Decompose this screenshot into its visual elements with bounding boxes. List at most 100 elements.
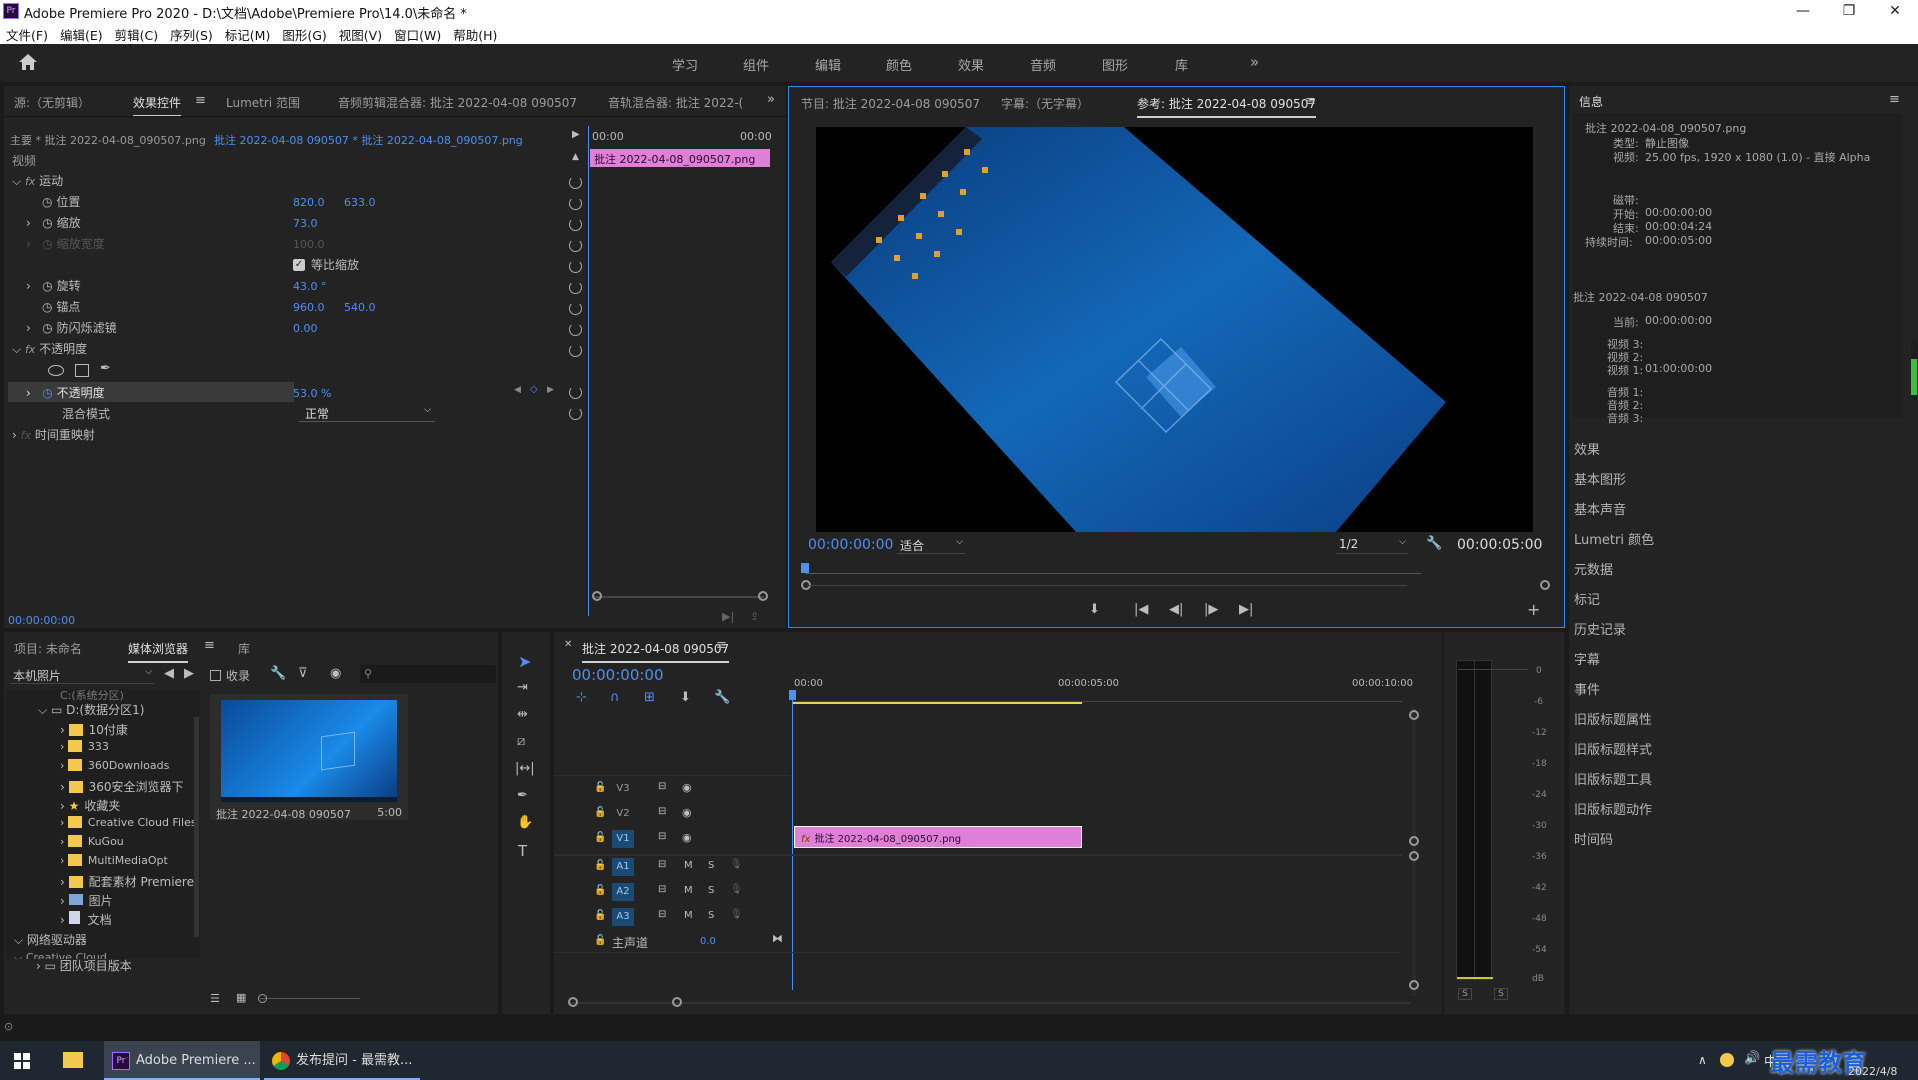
timeline-video-clip[interactable]: fx 批注 2022-04-08_090507.png xyxy=(794,826,1082,848)
linked-selection-icon[interactable]: ⊞ xyxy=(644,690,655,705)
close-tab-icon[interactable]: ✕ xyxy=(564,639,572,650)
resolution-select[interactable]: 1/2 ⌵ xyxy=(1336,536,1408,554)
collapse-chevron-icon[interactable]: ⌵ xyxy=(12,342,21,356)
go-to-out-icon[interactable]: ▶| xyxy=(1239,602,1253,617)
opacity-value[interactable]: 53.0 % xyxy=(293,387,331,400)
tree-folder[interactable]: › 10付康 xyxy=(60,721,128,738)
tree-team-projects[interactable]: › ▭ 团队项目版本 xyxy=(36,957,132,974)
hand-tool-icon[interactable]: ✋ xyxy=(517,815,533,830)
reset-icon[interactable] xyxy=(569,302,582,315)
tab-reference[interactable]: 参考: 批注 2022-04-08 090507 xyxy=(1137,95,1317,118)
tab-project[interactable]: 项目: 未命名 xyxy=(14,640,82,657)
monitor-playhead[interactable] xyxy=(801,563,809,573)
position-y-value[interactable]: 633.0 xyxy=(344,196,376,209)
zoom-scrollbar[interactable] xyxy=(594,596,764,598)
track-select-tool-icon[interactable]: ⇥ xyxy=(517,680,528,695)
position-x-value[interactable]: 820.0 xyxy=(293,196,325,209)
monitor-scroll-right[interactable] xyxy=(1540,580,1550,590)
workspace-graphics[interactable]: 图形 xyxy=(1102,55,1128,74)
add-marker-icon[interactable]: ⬇ xyxy=(680,690,691,705)
track-a1-label[interactable]: A1 xyxy=(612,858,634,876)
tab-lumetri-scopes[interactable]: Lumetri 范围 xyxy=(226,94,300,111)
tree-folder[interactable]: › Creative Cloud Files xyxy=(60,816,197,829)
vscroll-handle-mid[interactable] xyxy=(1409,836,1419,846)
solo-right-button[interactable]: S xyxy=(1494,988,1508,1000)
reset-icon[interactable] xyxy=(569,407,582,420)
play-only-icon[interactable]: ▶ xyxy=(572,129,580,140)
filter-icon[interactable]: ⊽ xyxy=(298,666,308,681)
media-thumbnail-card[interactable]: 批注 2022-04-08 090507 5:00 xyxy=(210,694,408,821)
taskbar-premiere[interactable]: Pr Adobe Premiere ... xyxy=(104,1041,260,1080)
tray-chevron-icon[interactable]: ∧ xyxy=(1698,1053,1707,1067)
sequence-clip-label[interactable]: 批注 2022-04-08 090507 * 批注 2022-04-08_090… xyxy=(214,132,523,148)
work-area-bar[interactable] xyxy=(792,702,1082,704)
solo-icon[interactable]: S xyxy=(708,910,714,921)
solo-left-button[interactable]: S xyxy=(1458,988,1472,1000)
razor-tool-icon[interactable]: ⧄ xyxy=(517,734,525,749)
thumbnail-size-handle[interactable] xyxy=(258,994,267,1003)
wrench-icon[interactable]: 🔧 xyxy=(1426,536,1442,551)
lock-icon[interactable]: 🔓 xyxy=(594,860,606,871)
motion-row[interactable]: ⌵ fx 运动 xyxy=(12,172,63,193)
snap-icon[interactable]: ∩ xyxy=(610,690,620,705)
panel-lumetri-color[interactable]: Lumetri 颜色 xyxy=(1574,529,1654,548)
eye-icon[interactable]: ◉ xyxy=(682,831,692,844)
expand-chevron-icon[interactable]: › xyxy=(26,321,31,335)
panel-timecode[interactable]: 时间码 xyxy=(1574,829,1613,848)
master-link-icon[interactable]: ⧓ xyxy=(772,932,783,945)
expand-chevron-icon[interactable]: › xyxy=(26,216,31,230)
home-icon[interactable] xyxy=(18,53,38,71)
collapse-chevron-icon[interactable]: ⌵ xyxy=(12,174,21,188)
location-select[interactable]: 本机照片 ⌵ xyxy=(10,666,154,684)
workspace-assembly[interactable]: 组件 xyxy=(743,55,769,74)
back-arrow-icon[interactable]: ◀ xyxy=(164,666,174,681)
tab-sequence[interactable]: 批注 2022-04-08 090507 xyxy=(582,640,730,663)
lock-icon[interactable]: 🔓 xyxy=(594,910,606,921)
workspace-effects[interactable]: 效果 xyxy=(958,55,984,74)
track-a3-label[interactable]: A3 xyxy=(612,908,634,926)
volume-icon[interactable]: 🔊 xyxy=(1744,1051,1760,1066)
type-tool-icon[interactable]: T xyxy=(518,842,527,860)
tab-audio-track-mixer[interactable]: 音轨混合器: 批注 2022-( xyxy=(608,94,746,111)
reset-icon[interactable] xyxy=(569,218,582,231)
workspace-libraries[interactable]: 库 xyxy=(1175,55,1188,74)
filter-icon[interactable]: ▶| xyxy=(722,610,734,623)
mute-icon[interactable]: M xyxy=(684,910,693,921)
tab-source[interactable]: 源:（无剪辑） xyxy=(14,94,90,111)
expand-chevron-icon[interactable]: › xyxy=(12,428,17,442)
panel-legacy-title-properties[interactable]: 旧版标题属性 xyxy=(1574,709,1652,728)
panel-legacy-title-actions[interactable]: 旧版标题动作 xyxy=(1574,799,1652,818)
panel-menu-icon[interactable]: ≡ xyxy=(716,638,727,653)
pen-mask-icon[interactable]: ✒ xyxy=(100,361,111,376)
sync-lock-icon[interactable]: ⊟ xyxy=(658,909,666,920)
reset-icon[interactable] xyxy=(569,197,582,210)
step-forward-icon[interactable]: |▶ xyxy=(1204,602,1218,617)
panel-essential-graphics[interactable]: 基本图形 xyxy=(1574,469,1626,488)
panel-legacy-title-tools[interactable]: 旧版标题工具 xyxy=(1574,769,1652,788)
track-v3-label[interactable]: V3 xyxy=(612,780,634,798)
master-clip-label[interactable]: 主要 * 批注 2022-04-08_090507.png xyxy=(10,132,206,148)
video-audio-divider[interactable] xyxy=(554,854,1402,856)
time-remap-row[interactable]: › fx 时间重映射 xyxy=(12,426,95,447)
reset-icon[interactable] xyxy=(569,281,582,294)
tree-folder[interactable]: › 图片 xyxy=(60,892,113,909)
tree-folder[interactable]: › 360Downloads xyxy=(60,759,169,772)
hscroll-handle-right[interactable] xyxy=(672,997,682,1007)
button-editor-icon[interactable]: + xyxy=(1527,600,1540,619)
slip-tool-icon[interactable]: |↔| xyxy=(515,761,535,776)
uniform-scale-checkbox[interactable]: ✓ xyxy=(293,259,305,271)
tab-effect-controls[interactable]: 效果控件 xyxy=(133,94,182,117)
blend-mode-select[interactable]: 正常 ⌵ xyxy=(299,404,435,422)
maximize-button[interactable]: ❐ xyxy=(1826,0,1872,22)
microphone-icon[interactable]: 🎙 xyxy=(730,909,743,920)
thumbnail-size-slider[interactable] xyxy=(260,998,360,999)
taskbar-chrome[interactable]: 发布提问 - 最需教... xyxy=(264,1041,420,1080)
more-tabs-icon[interactable]: » xyxy=(767,92,775,107)
timeline-timecode[interactable]: 00:00:00:00 xyxy=(572,666,664,684)
workspace-audio[interactable]: 音频 xyxy=(1030,55,1056,74)
rotation-value[interactable]: 43.0 ° xyxy=(293,280,327,293)
lock-icon[interactable]: 🔓 xyxy=(594,832,606,843)
microphone-icon[interactable]: 🎙 xyxy=(730,859,743,870)
panel-history[interactable]: 历史记录 xyxy=(1574,619,1626,638)
lock-icon[interactable]: 🔓 xyxy=(594,807,606,818)
